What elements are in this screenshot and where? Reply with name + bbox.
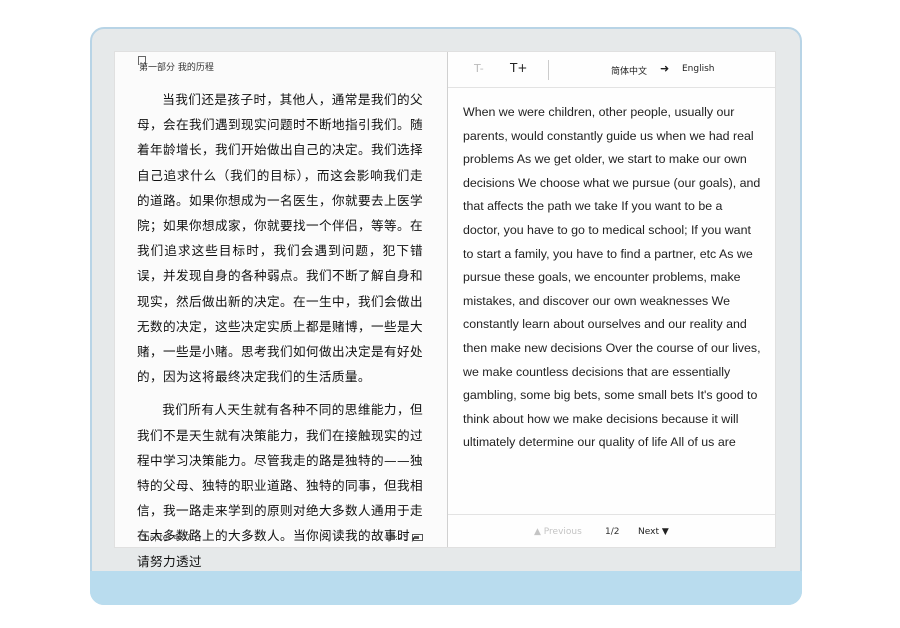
- clock-label: 15:25: [385, 533, 409, 542]
- chapter-header: 第一部分 我的历程: [139, 63, 214, 73]
- chinese-paragraph: 当我们还是孩子时，其他人，通常是我们的父母，会在我们遇到现实问题时不断地指引我们…: [137, 92, 423, 385]
- ereader-screen: 第一部分 我的历程 当我们还是孩子时，其他人，通常是我们的父母，会在我们遇到现实…: [115, 52, 775, 569]
- translation-page: T- T+ 简体中文 ➜ English When we were childr…: [448, 52, 775, 547]
- status-time: 15:25: [385, 533, 424, 542]
- font-increase-button[interactable]: T+: [510, 61, 527, 75]
- device-chin: [90, 571, 802, 605]
- pagination: ▲ Previous 1/2 Next ▼: [448, 514, 775, 548]
- next-page-button[interactable]: Next ▼: [638, 527, 669, 537]
- arrow-right-icon: ➜: [660, 62, 670, 75]
- original-page: 第一部分 我的历程 当我们还是孩子时，其他人，通常是我们的父母，会在我们遇到现实…: [115, 52, 447, 569]
- page-indicator: 1/2: [605, 527, 620, 537]
- toolbar-separator: [548, 60, 549, 80]
- chinese-paragraph: 我们所有人天生就有各种不同的思维能力，但我们不是天生就有决策能力，我们在接触现实…: [137, 402, 423, 569]
- translation-toolbar: T- T+ 简体中文 ➜ English: [448, 52, 775, 88]
- previous-page-button[interactable]: ▲ Previous: [534, 527, 582, 537]
- font-decrease-button[interactable]: T-: [474, 62, 484, 75]
- translated-text: When we were children, other people, usu…: [463, 105, 761, 450]
- target-language-selector[interactable]: English: [682, 64, 715, 74]
- battery-icon: [412, 534, 424, 541]
- source-language-selector[interactable]: 简体中文: [611, 64, 647, 77]
- chinese-text: 当我们还是孩子时，其他人，通常是我们的父母，会在我们遇到现实问题时不断地指引我们…: [137, 87, 423, 574]
- chapter-progress: Chapter 4/47: [139, 533, 192, 542]
